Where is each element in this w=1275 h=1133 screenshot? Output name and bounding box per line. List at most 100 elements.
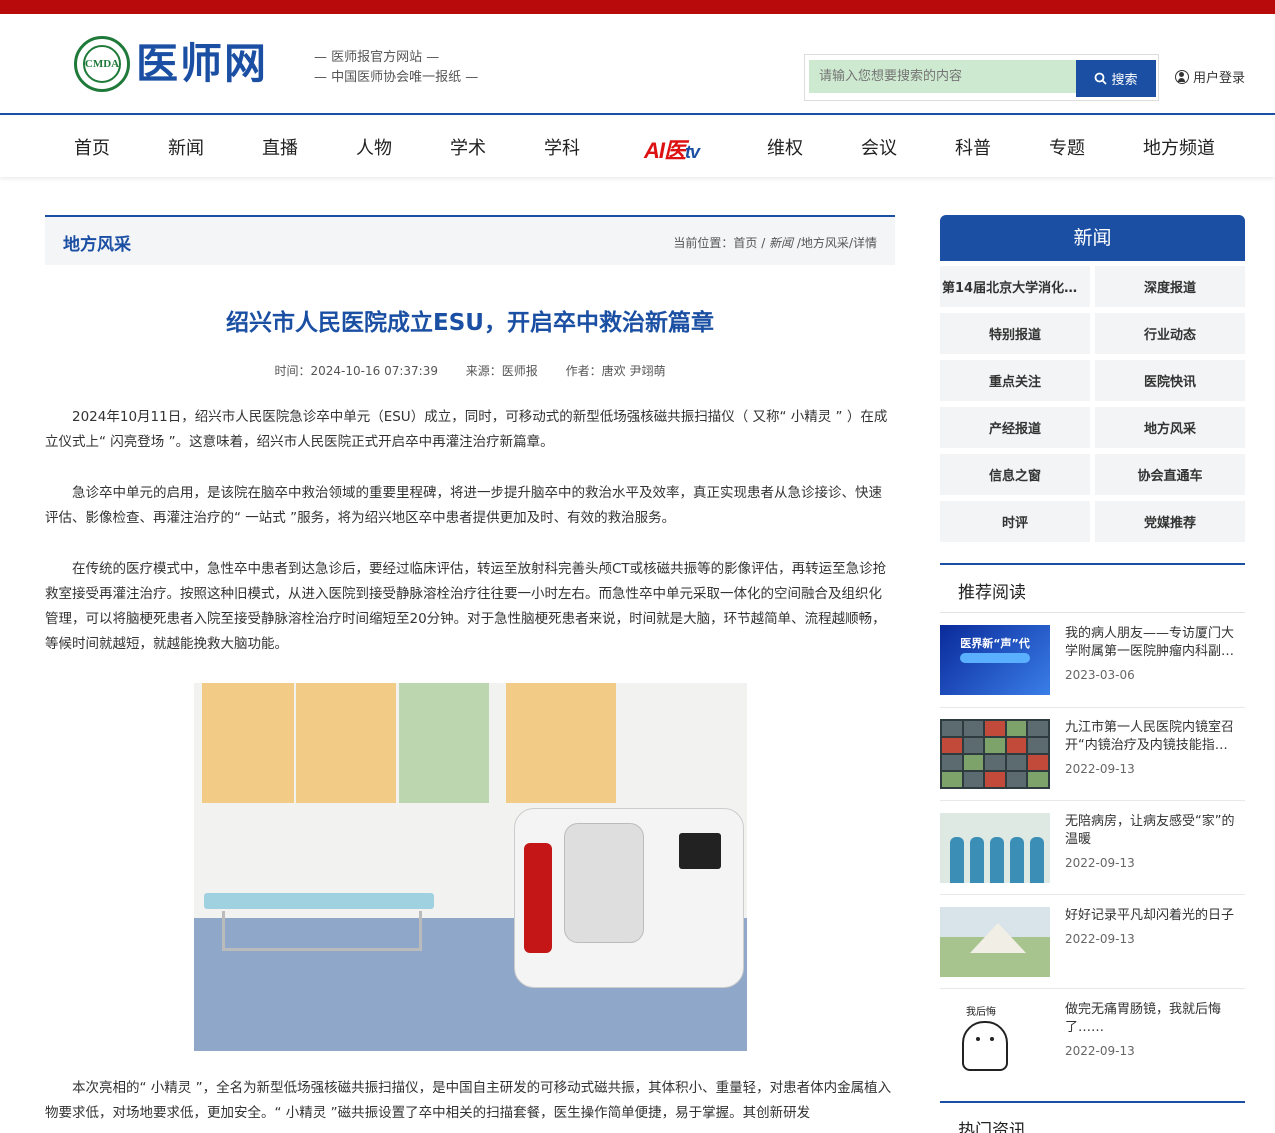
- recommend-item-date: 2022-09-13: [1065, 762, 1135, 776]
- photo-stretcher-frame: [222, 911, 422, 951]
- nav-item-science[interactable]: 科普: [955, 134, 991, 160]
- news-category-button[interactable]: 医院快讯: [1095, 360, 1245, 401]
- photo-curtain: [506, 683, 616, 803]
- article-time: 时间：2024-10-16 07:37:39: [274, 364, 438, 378]
- recommend-item[interactable]: 医界新“声”代 我的病人朋友——专访厦门大学附属第一医院肿瘤内科副主任 2023…: [940, 625, 1245, 709]
- news-category-label: 第14届北京大学消化肿瘤论坛: [942, 281, 1088, 296]
- recommend-item-date: 2022-09-13: [1065, 1044, 1135, 1058]
- recommend-item-title[interactable]: 九江市第一人民医院内镜室召开“内镜治疗及内镜技能指导”会议: [1065, 719, 1245, 755]
- breadcrumb-news[interactable]: 新闻: [769, 236, 793, 250]
- news-category-label: 协会直通车: [1137, 469, 1203, 484]
- tv-logo-text: tv: [685, 142, 700, 162]
- recommend-item-title[interactable]: 好好记录平凡却闪着光的日子: [1065, 907, 1245, 925]
- recommend-item[interactable]: 好好记录平凡却闪着光的日子 2022-09-13: [940, 907, 1245, 991]
- photo-stretcher: [204, 893, 434, 909]
- slogan-line-2: — 中国医师协会唯一报纸 —: [314, 70, 479, 85]
- thumbnail-cartoon: [962, 1021, 1008, 1071]
- recommend-item-title[interactable]: 无陪病房，让病友感受“家”的温暖: [1065, 813, 1245, 849]
- news-category-button[interactable]: 深度报道: [1095, 266, 1245, 307]
- recommend-item[interactable]: 我后悔 做完无痛胃肠镜，我就后悔了…… 2022-09-13: [940, 1001, 1245, 1085]
- site-logo[interactable]: 医师网: [136, 36, 268, 92]
- thumbnail-cartoon-eye: [990, 1037, 994, 1041]
- thumbnail-figure: [970, 837, 984, 883]
- recommend-thumbnail[interactable]: [940, 719, 1050, 789]
- thumbnail-caption: 我后悔: [966, 1007, 996, 1018]
- nav-item-home[interactable]: 首页: [74, 134, 110, 160]
- news-category-button[interactable]: 重点关注: [940, 360, 1090, 401]
- photo-window: [399, 683, 489, 803]
- nav-item-topic[interactable]: 专题: [1049, 134, 1085, 160]
- nav-item-academic[interactable]: 学术: [450, 134, 486, 160]
- thumbnail-figure: [1010, 837, 1024, 883]
- divider: [940, 707, 1245, 708]
- news-category-label: 产经报道: [988, 422, 1041, 437]
- article-paragraph: 本次亮相的“ 小精灵 ”，全名为新型低场强核磁共振扫描仪，是中国自主研发的可移动…: [45, 1080, 892, 1121]
- nav-item-live[interactable]: 直播: [262, 134, 298, 160]
- recommend-item-title[interactable]: 我的病人朋友——专访厦门大学附属第一医院肿瘤内科副主任: [1065, 625, 1245, 661]
- news-category-label: 行业动态: [1143, 328, 1196, 343]
- recommend-title: 推荐阅读: [958, 583, 1026, 603]
- news-category-button[interactable]: 协会直通车: [1095, 454, 1245, 495]
- recommend-header: 推荐阅读: [940, 563, 1245, 613]
- news-category-button[interactable]: 行业动态: [1095, 313, 1245, 354]
- nav-item-rights[interactable]: 维权: [767, 134, 803, 160]
- news-category-button[interactable]: 党媒推荐: [1095, 501, 1245, 542]
- article-paragraph: 急诊卒中单元的启用，是该院在脑卒中救治领域的重要里程碑，将进一步提升脑卒中的救治…: [45, 485, 882, 526]
- news-category-button[interactable]: 时评: [940, 501, 1090, 542]
- thumbnail-tent: [970, 923, 1026, 953]
- hot-news-title: 热门资讯: [958, 1121, 1026, 1133]
- search-button[interactable]: 搜索: [1076, 60, 1156, 97]
- news-category-label: 深度报道: [1143, 281, 1196, 296]
- breadcrumb-home[interactable]: 首页: [733, 236, 757, 250]
- recommend-item-date: 2022-09-13: [1065, 856, 1135, 870]
- article-title: 绍兴市人民医院成立ESU，开启卒中救治新篇章: [226, 310, 714, 336]
- main-nav: 首页 新闻 直播 人物 学术 学科 AI医tv 维权 会议 科普 专题 地方频道: [0, 117, 1275, 177]
- article-paragraph: 在传统的医疗模式中，急性卒中患者到达急诊后，要经过临床评估，转运至放射科完善头颅…: [45, 561, 887, 652]
- recommend-thumbnail[interactable]: 我后悔: [940, 1001, 1050, 1071]
- nav-item-meeting[interactable]: 会议: [861, 134, 897, 160]
- ai-logo-text: AI医: [644, 138, 686, 163]
- recommend-thumbnail[interactable]: [940, 907, 1050, 977]
- sidebar-news-title: 新闻: [940, 215, 1245, 261]
- logo-emblem-text: CMDA: [84, 58, 120, 70]
- thumbnail-banner: [960, 653, 1030, 663]
- news-category-label: 党媒推荐: [1143, 516, 1196, 531]
- recommend-thumbnail[interactable]: 医界新“声”代: [940, 625, 1050, 695]
- nav-item-people[interactable]: 人物: [356, 134, 392, 160]
- recommend-item[interactable]: 无陪病房，让病友感受“家”的温暖 2022-09-13: [940, 813, 1245, 897]
- news-category-button[interactable]: 信息之窗: [940, 454, 1090, 495]
- article-meta: 时间：2024-10-16 07:37:39 来源：医师报 作者：唐欢 尹翊萌: [45, 362, 895, 379]
- recommend-thumbnail[interactable]: [940, 813, 1050, 883]
- divider: [940, 800, 1245, 801]
- nav-item-ai-tv-logo[interactable]: AI医tv: [644, 133, 700, 165]
- thumbnail-caption: 医界新“声”代: [960, 637, 1030, 650]
- news-category-button[interactable]: 产经报道: [940, 407, 1090, 448]
- search-box: 搜索: [804, 54, 1159, 101]
- thumbnail-figure: [950, 837, 964, 883]
- news-category-label: 时评: [1001, 516, 1028, 531]
- news-category-button[interactable]: 地方风采: [1095, 407, 1245, 448]
- photo-curtain: [202, 683, 294, 803]
- recommend-item-title[interactable]: 做完无痛胃肠镜，我就后悔了……: [1065, 1001, 1245, 1037]
- thumbnail-figure: [1030, 837, 1044, 883]
- article-photo-mri-room: [194, 683, 747, 1051]
- thumbnail-figure: [990, 837, 1004, 883]
- news-category-button[interactable]: 第14届北京大学消化肿瘤论坛: [940, 266, 1090, 307]
- search-input[interactable]: [809, 60, 1076, 93]
- nav-item-news[interactable]: 新闻: [168, 134, 204, 160]
- recommend-item[interactable]: 九江市第一人民医院内镜室召开“内镜治疗及内镜技能指导”会议 2022-09-13: [940, 719, 1245, 803]
- section-title: 地方风采: [63, 235, 131, 255]
- nav-item-discipline[interactable]: 学科: [544, 134, 580, 160]
- recommend-item-date: 2023-03-06: [1065, 668, 1135, 682]
- cmda-logo-icon[interactable]: CMDA: [74, 36, 130, 92]
- news-category-label: 重点关注: [988, 375, 1041, 390]
- divider: [940, 894, 1245, 895]
- article-source: 来源：医师报: [465, 364, 538, 378]
- slogan-line-1: — 医师报官方网站 —: [314, 50, 440, 65]
- article-paragraph: 2024年10月11日，绍兴市人民医院急诊卒中单元（ESU）成立，同时，可移动式…: [45, 409, 888, 450]
- nav-item-local[interactable]: 地方频道: [1143, 134, 1215, 160]
- section-header: 地方风采 当前位置：首页 / 新闻 /地方风采/详情: [45, 215, 895, 265]
- login-link[interactable]: 用户登录: [1175, 67, 1245, 86]
- breadcrumb-local[interactable]: 地方风采: [801, 236, 849, 250]
- news-category-button[interactable]: 特别报道: [940, 313, 1090, 354]
